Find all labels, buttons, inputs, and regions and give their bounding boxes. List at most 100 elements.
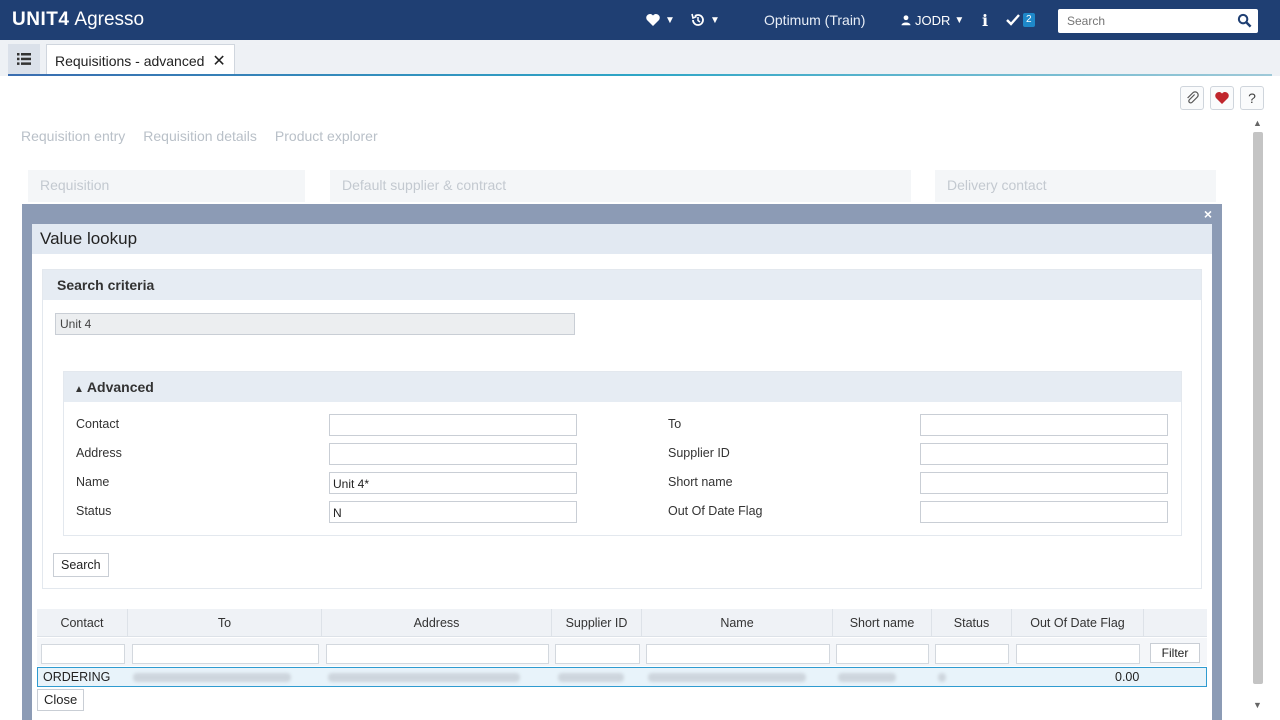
info-icon: i [982,10,989,30]
history-menu[interactable]: ▼ [690,0,720,40]
tab-product-explorer[interactable]: Product explorer [275,128,378,144]
row-amount: 0.00 [1115,670,1140,684]
scrollbar-thumb[interactable] [1253,132,1263,684]
redacted-cell [648,673,806,682]
filter-short-name-input[interactable] [836,644,929,664]
out-of-date-flag-label: Out Of Date Flag [668,504,763,518]
column-header-status[interactable]: Status [932,609,1012,637]
name-field[interactable]: Unit 4* [329,472,577,494]
panel-requisition: Requisition [28,170,305,202]
column-header-address[interactable]: Address [322,609,552,637]
value-lookup-modal: × Value lookup Search criteria Unit 4 ▲ A… [22,204,1222,720]
close-tab-icon[interactable]: ✕ [212,51,225,71]
main-menu-button[interactable] [8,44,40,74]
heart-icon [646,14,660,26]
panel-delivery-contact: Delivery contact [935,170,1216,202]
short-name-label: Short name [668,475,733,489]
checkmark-icon [1006,14,1020,26]
to-label: To [668,417,682,431]
modal-body: Value lookup Search criteria Unit 4 ▲ Adv… [32,224,1212,720]
filter-out-of-date-input[interactable] [1016,644,1140,664]
redacted-cell [938,673,946,682]
table-row[interactable]: ORDERING 0.00 [37,667,1207,687]
history-icon [691,13,704,26]
collapse-up-icon: ▲ [74,384,84,395]
redacted-cell [558,673,624,682]
tab-requisition-entry[interactable]: Requisition entry [21,128,125,144]
scroll-down-icon[interactable]: ▼ [1253,700,1262,710]
filter-button[interactable]: Filter [1150,643,1200,663]
column-header-short-name[interactable]: Short name [833,609,932,637]
global-search-input[interactable] [1058,9,1228,33]
favorites-menu[interactable]: ▼ [645,0,675,40]
tab-requisitions-advanced[interactable]: Requisitions - advanced ✕ [46,44,235,76]
contact-field[interactable] [329,414,577,436]
search-button[interactable]: Search [53,553,109,577]
help-button[interactable]: ? [1240,86,1264,110]
grid-header: Contact To Address Supplier ID Name Shor… [37,609,1207,637]
tab-label: Requisitions - advanced [55,52,205,69]
close-button[interactable]: Close [37,689,85,711]
supplier-id-label: Supplier ID [668,446,730,460]
advanced-heading: Advanced [86,379,154,395]
filter-status-input[interactable] [935,644,1009,664]
panel-default-supplier: Default supplier & contract [330,170,911,202]
short-name-field[interactable] [920,472,1168,494]
user-name: JODR [915,12,951,28]
address-field[interactable] [329,443,577,465]
tasks-button[interactable]: 2 [1005,0,1035,40]
advanced-section: ▲ Advanced Contact Address Name Unit 4* S… [63,371,1182,536]
scroll-up-icon[interactable]: ▲ [1253,118,1262,128]
attachment-button[interactable] [1180,86,1204,110]
filter-supplier-id-input[interactable] [555,644,640,664]
column-header-contact[interactable]: Contact [37,609,128,637]
page-toolbar: ? [1180,86,1264,110]
modal-title: Value lookup [32,224,1212,254]
tab-requisition-details[interactable]: Requisition details [143,128,257,144]
environment-label[interactable]: Optimum (Train) [764,0,865,40]
chevron-down-icon: ▼ [665,14,675,26]
out-of-date-flag-field[interactable] [920,501,1168,523]
filter-name-input[interactable] [646,644,830,664]
advanced-toggle[interactable]: ▲ Advanced [64,372,1181,402]
grid-filter-row: Filter [37,638,1207,666]
brand-name: UNIT4 [12,9,70,30]
top-bar: UNIT4 Agresso ▼ ▼ Optimum (Train) JODR ▼… [0,0,1280,40]
favorite-button[interactable] [1210,86,1234,110]
search-criteria-heading: Search criteria [43,270,1201,300]
tab-strip: Requisitions - advanced ✕ [0,40,1280,76]
page-subtabs: Requisition entry Requisition details Pr… [21,128,378,144]
search-icon[interactable] [1237,13,1252,28]
column-header-out-of-date-flag[interactable]: Out Of Date Flag [1012,609,1144,637]
user-icon [901,15,911,26]
list-menu-icon [17,53,31,65]
info-button[interactable]: i [982,0,988,40]
modal-close-icon[interactable]: × [1204,206,1212,222]
supplier-id-field[interactable] [920,443,1168,465]
column-header-to[interactable]: To [128,609,322,637]
page-scrollbar[interactable]: ▲ ▼ [1250,118,1266,710]
address-label: Address [76,446,122,460]
app-logo[interactable]: UNIT4 Agresso [12,9,144,31]
column-header-name[interactable]: Name [642,609,833,637]
chevron-down-icon: ▼ [954,14,965,26]
status-label: Status [76,504,112,518]
heart-icon [1215,92,1229,104]
product-name: Agresso [74,9,145,30]
row-contact: ORDERING [43,670,111,684]
column-header-supplier-id[interactable]: Supplier ID [552,609,642,637]
redacted-cell [328,673,520,682]
filter-address-input[interactable] [326,644,549,664]
redacted-cell [133,673,291,682]
name-label: Name [76,475,110,489]
filter-to-input[interactable] [132,644,319,664]
search-criteria-section: Search criteria Unit 4 ▲ Advanced Contact… [42,269,1202,589]
to-field[interactable] [920,414,1168,436]
status-field[interactable]: N [329,501,577,523]
filter-contact-input[interactable] [41,644,125,664]
question-icon: ? [1248,90,1256,106]
chevron-down-icon: ▼ [710,14,720,26]
contact-label: Contact [76,417,120,431]
paperclip-icon [1187,91,1199,104]
user-menu[interactable]: JODR ▼ [900,0,964,40]
